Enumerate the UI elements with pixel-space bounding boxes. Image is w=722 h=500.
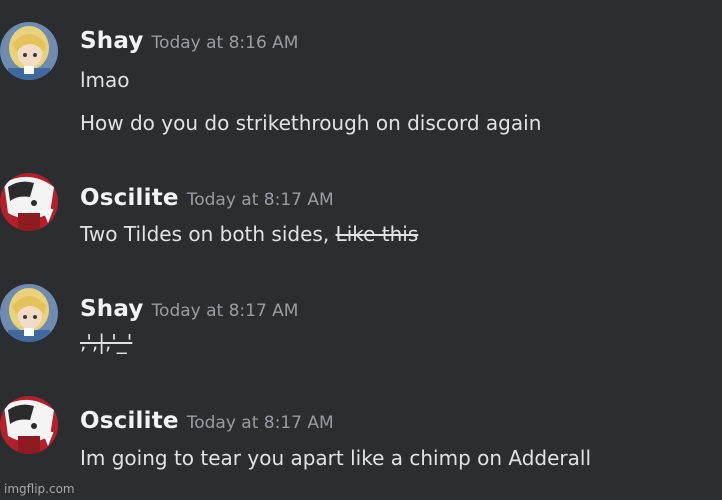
message-header: Shay Today at 8:17 AM <box>80 296 298 322</box>
message-group-2: Oscilite Today at 8:17 AM Two Tildes on b… <box>0 173 722 273</box>
message-group-4: Oscilite Today at 8:17 AM Im going to tea… <box>0 396 722 496</box>
username[interactable]: Shay <box>80 28 144 54</box>
oscilite-avatar-icon[interactable] <box>0 396 58 454</box>
oscilite-avatar-icon[interactable] <box>0 173 58 231</box>
message-text: Two Tildes on both sides, Like this <box>80 222 418 246</box>
strikethrough-text: Like this <box>335 222 419 246</box>
message-text: How do you do strikethrough on discord a… <box>80 111 542 135</box>
username[interactable]: Oscilite <box>80 185 179 211</box>
message-text-plain: Two Tildes on both sides, <box>80 222 336 246</box>
shay-avatar-icon[interactable] <box>0 284 58 342</box>
message-header: Oscilite Today at 8:17 AM <box>80 408 334 434</box>
message-header: Shay Today at 8:16 AM <box>80 28 298 54</box>
chat-area: Shay Today at 8:16 AM lmao How do you do … <box>0 0 722 500</box>
message-group-3: Shay Today at 8:17 AM ,',|,'_' <box>0 284 722 384</box>
message-text: Im going to tear you apart like a chimp … <box>80 446 592 470</box>
message-group-1: Shay Today at 8:16 AM lmao How do you do … <box>0 22 722 135</box>
message-text: ,',|,'_' <box>80 330 132 354</box>
shay-avatar-icon[interactable] <box>0 22 58 80</box>
username[interactable]: Oscilite <box>80 408 179 434</box>
username[interactable]: Shay <box>80 296 144 322</box>
message-header: Oscilite Today at 8:17 AM <box>80 185 334 211</box>
timestamp: Today at 8:17 AM <box>186 190 334 210</box>
watermark: imgflip.com <box>4 482 75 496</box>
strikethrough-text: ,',|,'_' <box>80 330 133 354</box>
timestamp: Today at 8:17 AM <box>151 301 299 321</box>
timestamp: Today at 8:17 AM <box>186 413 334 433</box>
message-text: lmao <box>80 68 130 92</box>
timestamp: Today at 8:16 AM <box>151 33 299 53</box>
